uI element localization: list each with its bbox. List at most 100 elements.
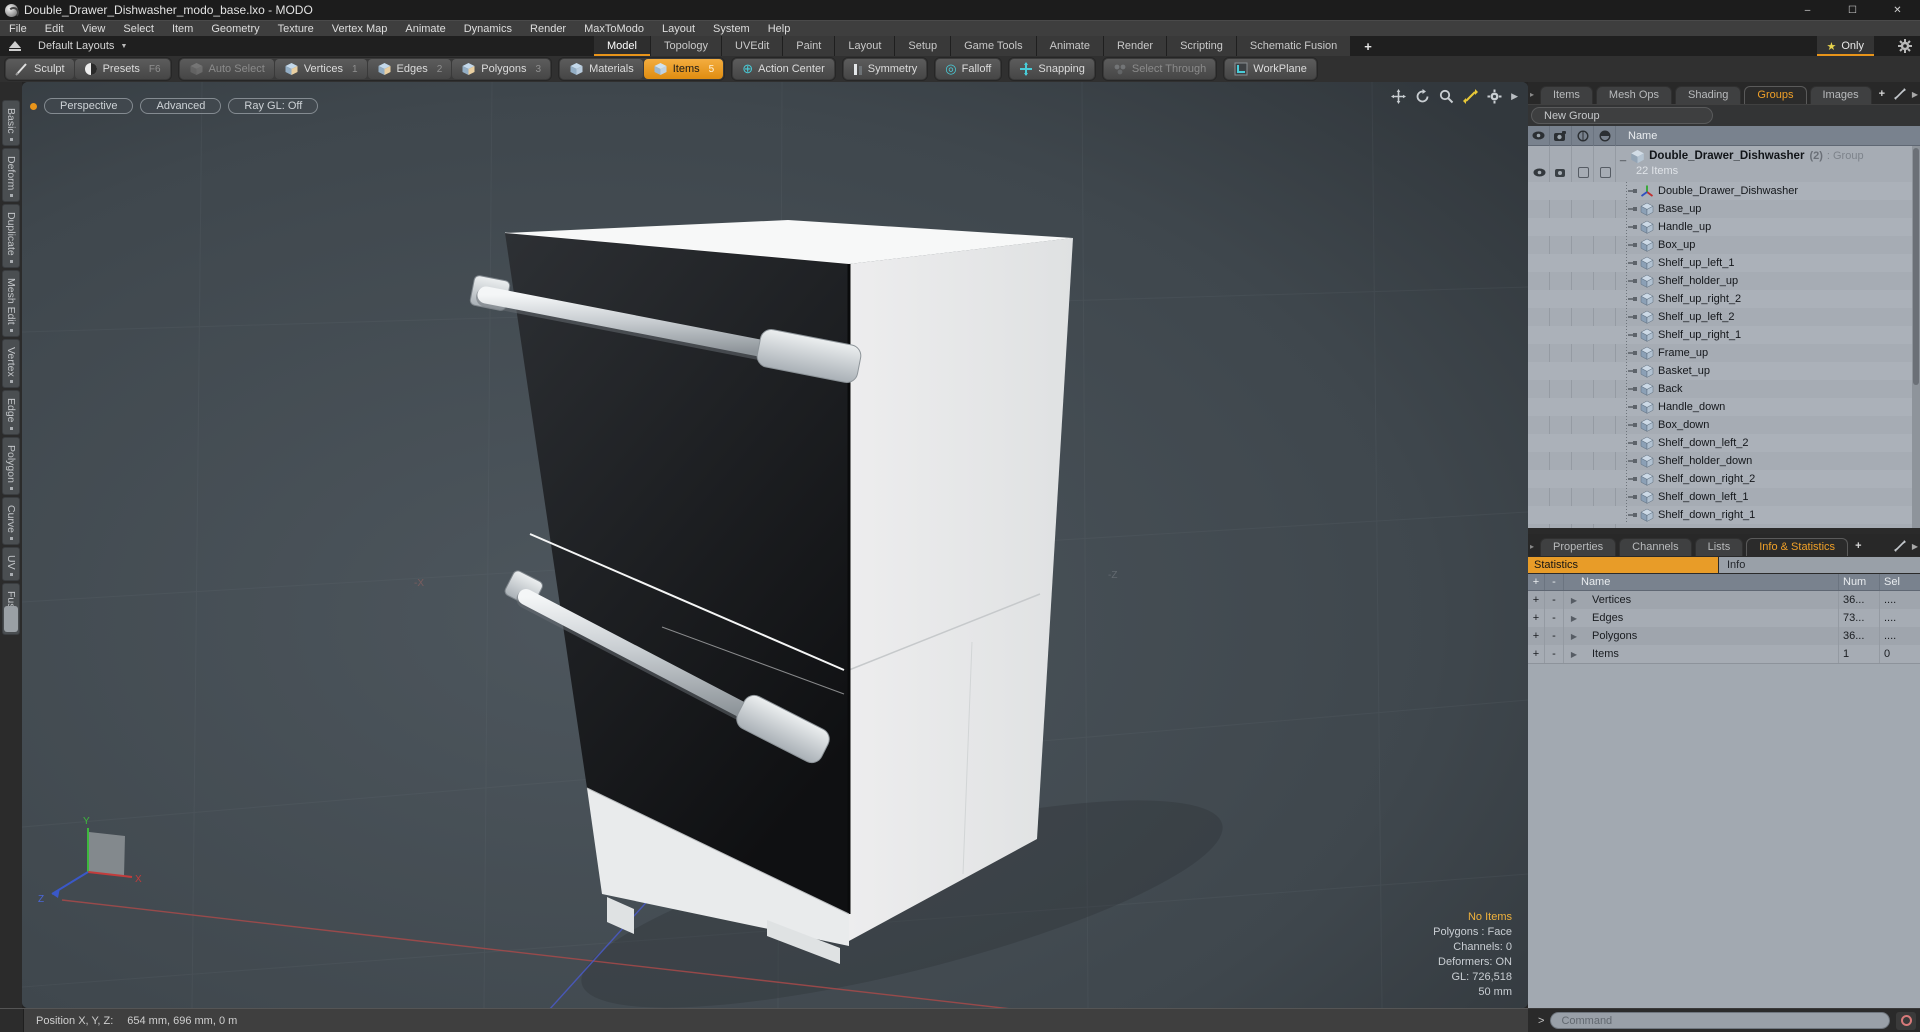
- menu-item[interactable]: Texture: [269, 21, 323, 37]
- symmetry-button[interactable]: Symmetry: [843, 59, 927, 79]
- tool-category-tab[interactable]: Deform: [2, 147, 20, 203]
- layout-tab[interactable]: Render: [1103, 36, 1168, 56]
- tree-item[interactable]: Frame_up: [1528, 344, 1912, 362]
- expand-all-column[interactable]: +: [1528, 574, 1545, 590]
- tool-category-tab[interactable]: Basic: [2, 100, 20, 146]
- minimize-button[interactable]: –: [1785, 0, 1830, 20]
- shaded-column-icon[interactable]: [1594, 125, 1616, 146]
- presets-button[interactable]: Presets F6: [74, 59, 170, 79]
- expand-panel-icon[interactable]: [1893, 540, 1906, 552]
- tree-item[interactable]: Shelf_holder_down: [1528, 452, 1912, 470]
- snapping-button[interactable]: Snapping: [1010, 59, 1094, 79]
- command-history-button[interactable]: [1896, 1011, 1916, 1030]
- menu-item[interactable]: Select: [114, 21, 163, 37]
- layout-tab[interactable]: Model: [594, 36, 651, 56]
- tool-category-tab[interactable]: Duplicate: [2, 204, 20, 268]
- layout-tab[interactable]: +: [1351, 36, 1386, 56]
- tool-category-tab[interactable]: Mesh Edit: [2, 269, 20, 337]
- menu-item[interactable]: Vertex Map: [323, 21, 397, 37]
- layout-tab[interactable]: Layout: [835, 36, 896, 56]
- tree-item[interactable]: Shelf_down_left_1: [1528, 488, 1912, 506]
- group-wireframe-toggle[interactable]: [1572, 164, 1594, 180]
- layout-tab[interactable]: Topology: [650, 36, 723, 56]
- collapse-row-button[interactable]: -: [1545, 627, 1564, 645]
- tool-category-tab[interactable]: Polygon: [2, 436, 20, 495]
- viewport-menu-arrow-icon[interactable]: ▶: [1511, 91, 1518, 102]
- statistics-row[interactable]: + - ▶ Vertices 36... ....: [1528, 591, 1920, 609]
- tree-item[interactable]: Shelf_up_right_1: [1528, 326, 1912, 344]
- tree-scrollbar[interactable]: [1912, 146, 1920, 528]
- menu-item[interactable]: System: [704, 21, 759, 37]
- statistics-row[interactable]: + - ▶ Edges 73... ....: [1528, 609, 1920, 627]
- expand-row-button[interactable]: +: [1528, 627, 1545, 645]
- tree-item[interactable]: Base_up: [1528, 200, 1912, 218]
- items-mode-button[interactable]: Items 5: [643, 59, 724, 79]
- panel-tab[interactable]: Images: [1809, 86, 1872, 104]
- maximize-button[interactable]: ☐: [1830, 0, 1875, 20]
- statistics-row[interactable]: + - ▶ Polygons 36... ....: [1528, 627, 1920, 645]
- statistics-row[interactable]: + - ▶ Items 1 0: [1528, 645, 1920, 663]
- panel-tab[interactable]: +: [1875, 86, 1889, 104]
- tool-category-tab[interactable]: Curve: [2, 496, 20, 545]
- tree-item[interactable]: Box_down: [1528, 416, 1912, 434]
- command-input[interactable]: [1550, 1012, 1890, 1029]
- panel-tab[interactable]: +: [1851, 538, 1865, 556]
- panel-tab[interactable]: Properties: [1540, 538, 1617, 556]
- layout-tab[interactable]: Scripting: [1167, 36, 1237, 56]
- menu-item[interactable]: Dynamics: [455, 21, 521, 37]
- menu-item[interactable]: Layout: [653, 21, 704, 37]
- expand-panel-icon[interactable]: [1893, 88, 1906, 100]
- falloff-button[interactable]: ◎ Falloff: [936, 59, 1001, 79]
- viewport-settings-gear-icon[interactable]: [1487, 89, 1502, 104]
- tool-category-tab[interactable]: Vertex: [2, 338, 20, 389]
- panel-tab[interactable]: Groups: [1744, 86, 1807, 104]
- edges-mode-button[interactable]: Edges 2: [367, 59, 452, 79]
- layout-tab[interactable]: Animate: [1036, 36, 1104, 56]
- menu-item[interactable]: View: [73, 21, 115, 37]
- row-disclosure-arrow[interactable]: ▶: [1564, 645, 1584, 663]
- mini-palette-handle[interactable]: [4, 606, 18, 632]
- panel-tab[interactable]: Items: [1540, 86, 1593, 104]
- default-layouts-dropdown[interactable]: Default Layouts ▼: [30, 36, 135, 56]
- layout-tab[interactable]: Schematic Fusion: [1236, 36, 1352, 56]
- rotate-icon[interactable]: [1415, 89, 1430, 104]
- panel-corner-arrow-icon[interactable]: ▸: [1530, 90, 1534, 99]
- layout-tab[interactable]: Setup: [895, 36, 952, 56]
- tree-item[interactable]: Shelf_holder_up: [1528, 272, 1912, 290]
- layout-tab[interactable]: UVEdit: [722, 36, 784, 56]
- group-eye-toggle[interactable]: [1528, 164, 1550, 180]
- panel-tab[interactable]: Lists: [1694, 538, 1744, 556]
- wireframe-column-icon[interactable]: [1572, 125, 1594, 146]
- menu-item[interactable]: File: [0, 21, 36, 37]
- select-through-button[interactable]: Select Through: [1103, 59, 1216, 79]
- pan-icon[interactable]: [1391, 89, 1407, 104]
- tree-item[interactable]: Basket_up: [1528, 362, 1912, 380]
- tree-item[interactable]: Shelf_up_left_1: [1528, 254, 1912, 272]
- panel-tab[interactable]: Info & Statistics: [1746, 538, 1849, 556]
- tree-item[interactable]: Box_up: [1528, 236, 1912, 254]
- panel-overflow-arrow-icon[interactable]: ▶: [1912, 90, 1918, 99]
- row-disclosure-arrow[interactable]: ▶: [1564, 591, 1584, 609]
- menu-item[interactable]: MaxToModo: [575, 21, 653, 37]
- tree-item[interactable]: Shelf_up_right_2: [1528, 290, 1912, 308]
- tree-item[interactable]: Double_Drawer_Dishwasher: [1528, 182, 1912, 200]
- tree-item[interactable]: Shelf_down_left_2: [1528, 434, 1912, 452]
- collapse-all-column[interactable]: -: [1545, 574, 1564, 590]
- group-shaded-toggle[interactable]: [1594, 164, 1616, 180]
- settings-gear-button[interactable]: [1896, 38, 1914, 54]
- menu-item[interactable]: Render: [521, 21, 575, 37]
- workplane-button[interactable]: WorkPlane: [1225, 59, 1316, 79]
- layout-pin-icon[interactable]: [9, 41, 21, 51]
- expand-row-button[interactable]: +: [1528, 645, 1545, 663]
- only-button[interactable]: ★ Only: [1816, 36, 1874, 56]
- tree-item[interactable]: Shelf_down_right_1: [1528, 506, 1912, 524]
- new-group-button[interactable]: New Group: [1531, 107, 1713, 124]
- tree-item[interactable]: Back: [1528, 380, 1912, 398]
- maximize-viewport-icon[interactable]: [1463, 89, 1479, 104]
- panel-tab[interactable]: Mesh Ops: [1595, 86, 1673, 104]
- row-disclosure-arrow[interactable]: ▶: [1564, 609, 1584, 627]
- layout-tab[interactable]: Game Tools: [951, 36, 1037, 56]
- tool-category-tab[interactable]: UV: [2, 546, 20, 582]
- panel-tab[interactable]: Channels: [1619, 538, 1692, 556]
- statistics-tab[interactable]: Statistics: [1528, 557, 1718, 573]
